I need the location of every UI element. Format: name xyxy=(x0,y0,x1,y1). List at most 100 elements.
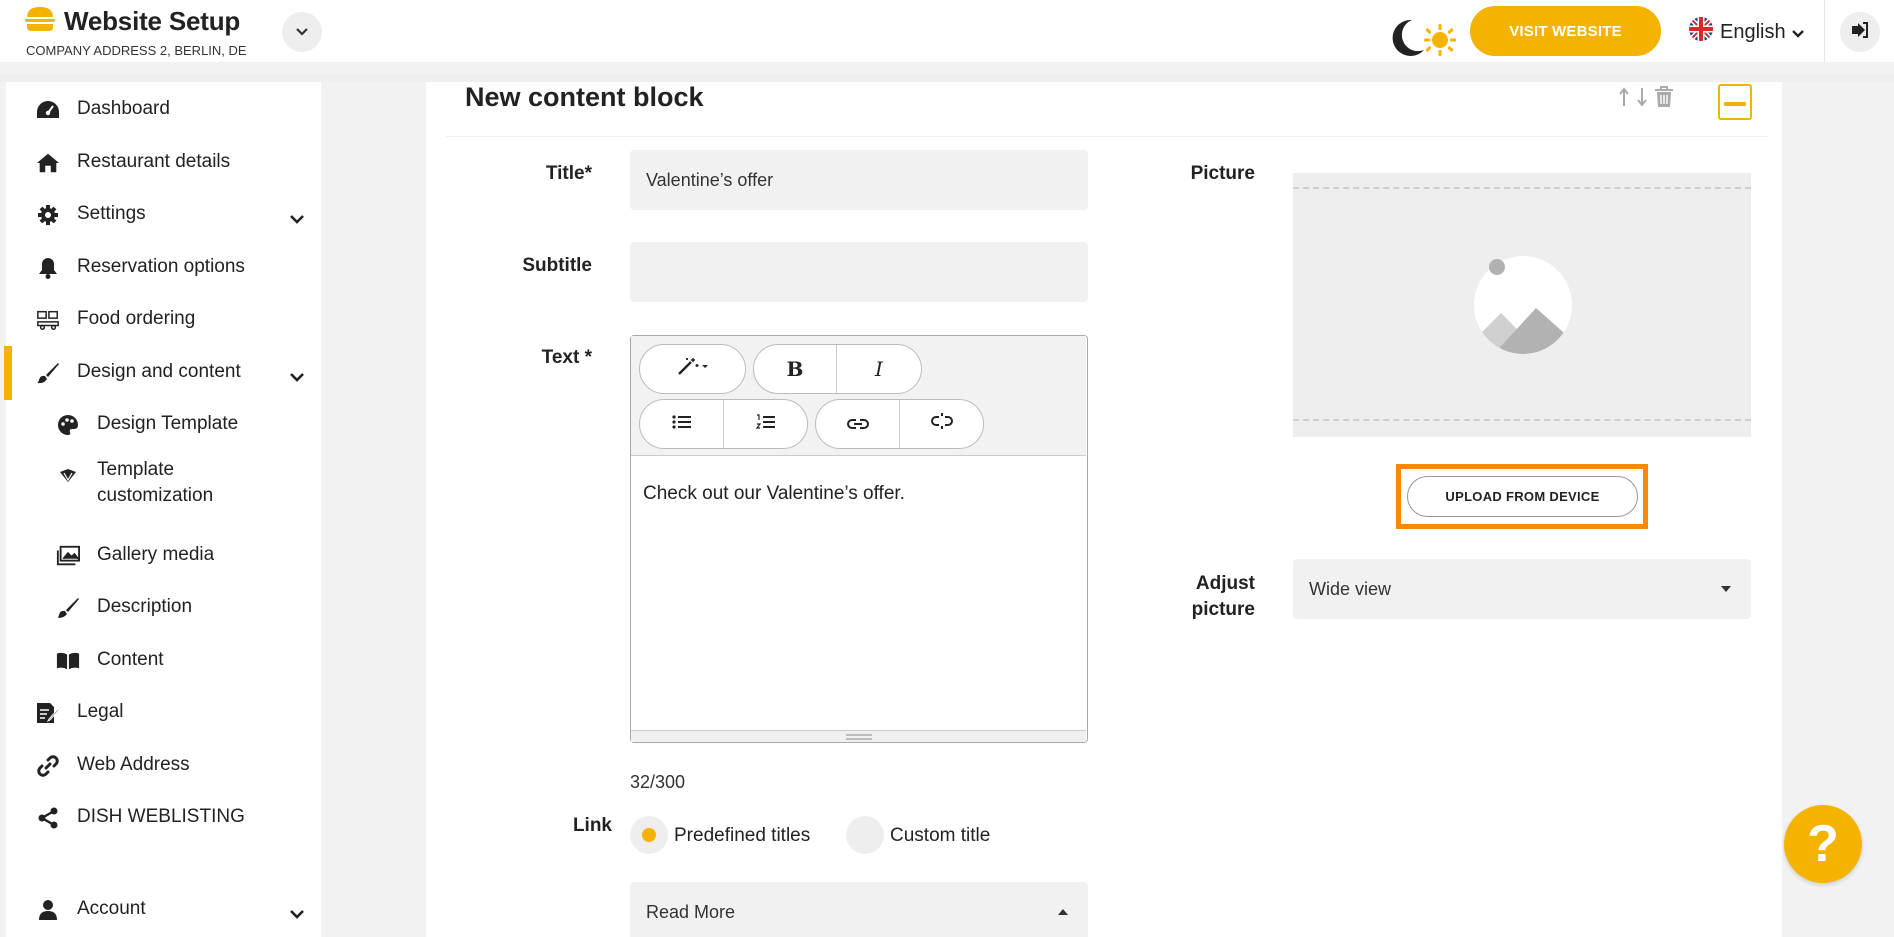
sidebar-item-gallery-media[interactable]: Gallery media xyxy=(6,535,321,575)
picture-label: Picture xyxy=(1190,163,1255,184)
italic-button[interactable]: I xyxy=(837,345,921,393)
subtitle-input[interactable] xyxy=(630,242,1088,302)
bell-icon xyxy=(36,257,60,279)
sidebar-item-design-and-content[interactable]: Design and content xyxy=(6,352,321,392)
title-input[interactable]: Valentine’s offer xyxy=(630,150,1088,210)
list-group xyxy=(639,399,808,449)
magic-wand-icon xyxy=(677,356,709,382)
help-button[interactable]: ? xyxy=(1784,805,1862,883)
sidebar: Dashboard Restaurant details Settings Re… xyxy=(6,82,321,937)
book-icon xyxy=(56,650,80,672)
format-group: B I xyxy=(753,344,922,394)
numbered-list-button[interactable] xyxy=(724,400,807,448)
logout-button[interactable] xyxy=(1840,12,1880,52)
chevron-down-icon xyxy=(290,208,304,230)
caret-down-icon xyxy=(1721,586,1731,592)
sidebar-item-web-address[interactable]: Web Address xyxy=(6,745,321,785)
active-nav-indicator xyxy=(4,346,12,400)
custom-title-radio[interactable] xyxy=(846,816,884,854)
gallery-icon xyxy=(56,545,80,567)
sidebar-item-description[interactable]: Description xyxy=(6,587,321,627)
collapse-block-button[interactable] xyxy=(1718,84,1752,120)
link-icon xyxy=(846,413,869,436)
chevron-down-icon xyxy=(290,903,304,925)
sidebar-item-design-template[interactable]: Design Template xyxy=(6,404,321,444)
trash-icon[interactable] xyxy=(1654,86,1674,113)
company-address: COMPANY ADDRESS 2, BERLIN, DE xyxy=(26,43,247,58)
bullet-list-icon xyxy=(671,413,692,436)
editor-resize-handle[interactable] xyxy=(631,730,1086,742)
image-placeholder-icon xyxy=(1471,253,1575,362)
rich-text-editor: B I Check out our Valentine’s offer. xyxy=(630,335,1088,743)
language-label: English xyxy=(1720,20,1786,43)
visit-website-button[interactable]: VISIT WEBSITE xyxy=(1470,6,1661,56)
logout-icon xyxy=(1851,21,1869,43)
unlink-icon xyxy=(930,412,953,436)
radio-selected-dot xyxy=(642,828,656,842)
company-dropdown-button[interactable] xyxy=(282,12,322,52)
insert-link-button[interactable] xyxy=(816,400,900,448)
arrow-up-icon[interactable] xyxy=(1618,87,1630,112)
palette-icon xyxy=(56,414,80,436)
burger-logo-icon xyxy=(24,6,56,37)
app-title: Website Setup xyxy=(64,6,241,36)
dashed-border xyxy=(1293,187,1751,189)
brand: Website Setup COMPANY ADDRESS 2, BERLIN,… xyxy=(24,6,247,58)
block-title: New content block xyxy=(465,82,704,112)
food-ordering-icon xyxy=(36,309,60,331)
editor-text[interactable]: Check out our Valentine’s offer. xyxy=(643,483,905,505)
character-counter: 32/300 xyxy=(630,772,686,792)
dashboard-icon xyxy=(36,99,60,121)
sidebar-item-dashboard[interactable]: Dashboard xyxy=(6,89,321,129)
theme-toggle[interactable] xyxy=(1382,14,1460,62)
template-icon xyxy=(56,465,80,487)
block-actions xyxy=(1618,86,1674,113)
uk-flag-icon xyxy=(1688,16,1714,48)
sidebar-item-account[interactable]: Account xyxy=(6,889,321,929)
numbered-list-icon xyxy=(755,413,776,436)
sidebar-item-settings[interactable]: Settings xyxy=(6,194,321,234)
minus-icon xyxy=(1724,93,1746,111)
arrow-down-icon[interactable] xyxy=(1636,87,1648,112)
picture-dropzone[interactable] xyxy=(1293,173,1751,437)
home-icon xyxy=(36,152,60,174)
sidebar-item-dish-weblisting[interactable]: DISH WEBLISTING xyxy=(6,797,321,837)
caret-up-icon xyxy=(1058,909,1068,915)
header-divider xyxy=(1824,0,1825,62)
subtitle-label: Subtitle xyxy=(522,255,592,276)
pen-icon xyxy=(56,597,80,619)
header-shadow xyxy=(0,74,1894,82)
brush-icon xyxy=(36,362,60,384)
link-group xyxy=(815,399,984,449)
chevron-down-icon xyxy=(296,23,308,41)
sidebar-item-food-ordering[interactable]: Food ordering xyxy=(6,299,321,339)
bold-button[interactable]: B xyxy=(754,345,837,393)
moon-icon xyxy=(1392,19,1424,56)
language-selector[interactable]: English xyxy=(1688,16,1804,48)
chevron-down-icon xyxy=(1791,21,1804,44)
magic-style-button[interactable] xyxy=(640,345,745,393)
style-group xyxy=(639,344,746,394)
sidebar-item-restaurant-details[interactable]: Restaurant details xyxy=(6,142,321,182)
sidebar-item-content[interactable]: Content xyxy=(6,640,321,680)
bullet-list-button[interactable] xyxy=(640,400,724,448)
sidebar-item-reservation-options[interactable]: Reservation options xyxy=(6,247,321,287)
custom-title-label[interactable]: Custom title xyxy=(890,825,990,847)
predefined-titles-radio[interactable] xyxy=(630,816,668,854)
link-title-select[interactable]: Read More xyxy=(630,882,1088,937)
predefined-titles-label[interactable]: Predefined titles xyxy=(674,825,810,847)
remove-link-button[interactable] xyxy=(900,400,983,448)
title-label: Title* xyxy=(545,163,592,184)
link-icon xyxy=(36,755,60,777)
card-header-divider xyxy=(446,136,1768,137)
legal-icon xyxy=(36,702,60,724)
adjust-picture-select[interactable]: Wide view xyxy=(1293,559,1751,619)
editor-toolbar: B I xyxy=(631,336,1086,456)
user-icon xyxy=(36,899,60,921)
sidebar-item-template-customization[interactable]: Template customization xyxy=(6,457,321,511)
sidebar-item-legal[interactable]: Legal xyxy=(6,692,321,732)
adjust-picture-label: Adjust picture xyxy=(1191,573,1255,620)
upload-from-device-button[interactable]: UPLOAD FROM DEVICE xyxy=(1407,476,1638,517)
gear-icon xyxy=(36,204,60,226)
dashed-border xyxy=(1293,419,1751,421)
